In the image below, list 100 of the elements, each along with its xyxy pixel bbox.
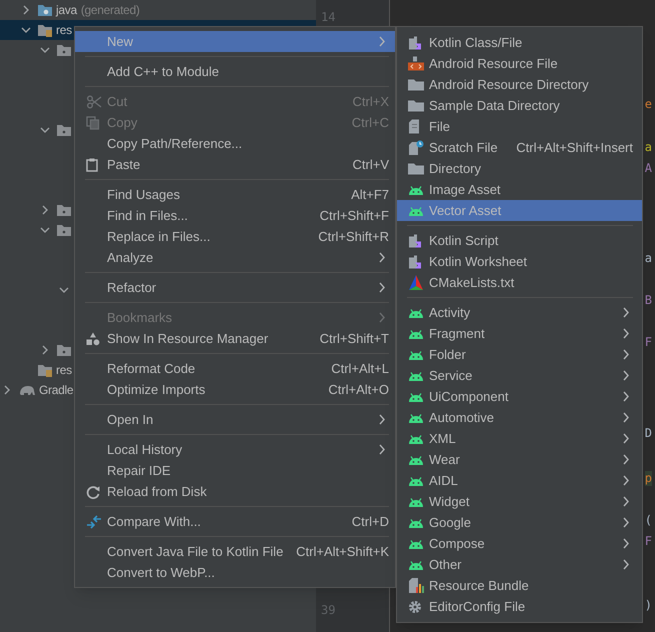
menu-item[interactable]: UiComponent [397, 386, 642, 407]
clipboard-icon [86, 158, 98, 172]
menu-item[interactable]: Local History [75, 439, 395, 460]
android-icon [408, 184, 424, 194]
menu-item[interactable]: XML [397, 428, 642, 449]
code-text: ( [644, 513, 652, 528]
menu-item[interactable]: Copy Path/Reference... [75, 133, 395, 154]
code-text: F [644, 335, 652, 350]
shapes-icon [86, 332, 100, 345]
tree-item-label[interactable]: res [56, 21, 72, 39]
android-icon [408, 206, 424, 216]
menu-item[interactable]: Wear [397, 449, 642, 470]
menu-item[interactable]: Other [397, 554, 642, 575]
android-icon [408, 308, 424, 318]
folder-icon [37, 363, 53, 377]
android-icon [408, 350, 424, 360]
menu-item[interactable]: Kotlin Class/File [397, 32, 642, 53]
android-icon [408, 560, 424, 570]
menu-item[interactable]: Image Asset [397, 179, 642, 200]
code-text: p [644, 471, 652, 486]
code-text: D [644, 426, 652, 441]
android-icon [408, 392, 424, 402]
menu-item[interactable]: EditorConfig File [397, 596, 642, 617]
menu-item[interactable]: Android Resource Directory [397, 74, 642, 95]
menu-item[interactable]: Kotlin Worksheet [397, 251, 642, 272]
menu-item[interactable]: AIDL [397, 470, 642, 491]
menu-item[interactable]: Automotive [397, 407, 642, 428]
android-icon [408, 476, 424, 486]
menu-item[interactable]: Reload from Disk [75, 481, 395, 502]
code-text: F [644, 534, 652, 549]
menu-item[interactable]: Folder [397, 344, 642, 365]
menu-item[interactable]: Paste Ctrl+V [75, 154, 395, 175]
code-text: a [644, 251, 652, 266]
folder-icon [56, 343, 72, 357]
menu-item[interactable]: Activity [397, 302, 642, 323]
menu-item[interactable]: Directory [397, 158, 642, 179]
folder-icon [408, 162, 424, 175]
android-icon [408, 454, 424, 464]
android-icon [408, 518, 424, 528]
code-text: A [644, 161, 652, 176]
android-icon [408, 434, 424, 444]
folder-icon [56, 203, 72, 217]
menu-item[interactable]: Repair IDE [75, 460, 395, 481]
menu-item[interactable]: Google [397, 512, 642, 533]
menu-item[interactable]: Analyze [75, 247, 395, 268]
menu-item[interactable]: Find Usages Alt+F7 [75, 184, 395, 205]
refresh-icon [86, 484, 100, 498]
kotlin-file-icon [408, 254, 422, 269]
tree-item-label[interactable]: java [56, 1, 77, 19]
tree-item-label[interactable]: res [56, 361, 72, 379]
copy-icon [86, 116, 100, 130]
bar-chart-file-icon [408, 578, 424, 594]
code-text: ) [644, 598, 652, 613]
menu-item[interactable]: Compare With... Ctrl+D [75, 511, 395, 532]
scissors-icon [86, 94, 102, 108]
code-text: B [644, 293, 652, 308]
menu-item[interactable]: Resource Bundle [397, 575, 642, 596]
folder-icon [56, 223, 72, 237]
android-icon [408, 328, 424, 338]
folder-icon [408, 99, 424, 112]
folder-icon [408, 78, 424, 91]
menu-item[interactable]: Find in Files... Ctrl+Shift+F [75, 205, 395, 226]
menu-item[interactable]: Optimize Imports Ctrl+Alt+O [75, 379, 395, 400]
tree-item-label[interactable]: Gradle [39, 381, 74, 399]
menu-item[interactable]: Replace in Files... Ctrl+Shift+R [75, 226, 395, 247]
menu-item[interactable]: Show In Resource Manager Ctrl+Shift+T [75, 328, 395, 349]
menu-item[interactable]: Android Resource File [397, 53, 642, 74]
menu-item[interactable]: Scratch File Ctrl+Alt+Shift+Insert [397, 137, 642, 158]
menu-item[interactable]: Fragment [397, 323, 642, 344]
menu-item[interactable]: Open In [75, 409, 395, 430]
kotlin-file-icon [408, 233, 422, 248]
menu-item[interactable]: Kotlin Script [397, 230, 642, 251]
menu-item[interactable]: Reformat Code Ctrl+Alt+L [75, 358, 395, 379]
android-icon [408, 538, 424, 548]
scratch-file-icon [408, 140, 424, 156]
menu-item[interactable]: Sample Data Directory [397, 95, 642, 116]
menu-item[interactable]: Convert to WebP... [75, 562, 395, 583]
menu-item[interactable]: Widget [397, 491, 642, 512]
android-icon [408, 370, 424, 380]
menu-item[interactable]: Service [397, 365, 642, 386]
menu-item[interactable]: Add C++ to Module [75, 61, 395, 82]
folder-icon [37, 3, 53, 17]
resource-file-icon [408, 56, 424, 71]
arrows-icon [86, 514, 102, 528]
code-text: a [644, 140, 652, 155]
file-icon [408, 119, 420, 134]
menu-item[interactable]: Refactor [75, 277, 395, 298]
folder-icon [56, 123, 72, 137]
android-icon [408, 412, 424, 422]
triangle-icon [408, 274, 424, 290]
folder-icon [56, 43, 72, 57]
folder-icon [37, 23, 53, 37]
menu-item[interactable]: Compose [397, 533, 642, 554]
tree-item-note: (generated) [80, 2, 140, 19]
menu-item[interactable]: File [397, 116, 642, 137]
menu-item[interactable]: CMakeLists.txt [397, 272, 642, 293]
elephant-icon [18, 383, 36, 397]
kotlin-file-icon [408, 35, 422, 50]
menu-item[interactable]: Convert Java File to Kotlin File Ctrl+Alt+Shift+K [75, 541, 395, 562]
code-text: e [644, 97, 652, 112]
